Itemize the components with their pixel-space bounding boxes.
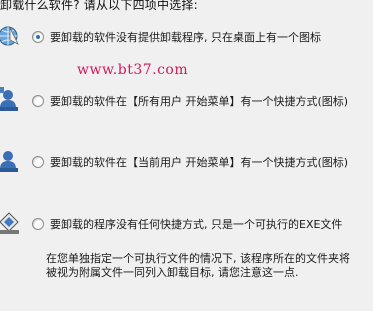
dialog-prompt: 卸载什么软件? 请从以下四项中选择: xyxy=(0,0,198,12)
radio-current-user-start-menu[interactable] xyxy=(32,156,44,168)
option-current-user-start-menu-label: 要卸载的软件在【当前用户 开始菜单】有一个快捷方式(图标) xyxy=(50,156,349,169)
globe-icon xyxy=(0,24,22,50)
option-all-users-start-menu-label: 要卸载的软件在【所有用户 开始菜单】有一个快捷方式(图标) xyxy=(50,95,349,108)
note-line-2: 被视为附属文件一同列入卸载目标, 请您注意这一点. xyxy=(46,266,299,279)
exe-icon xyxy=(0,208,22,234)
option-exe-file[interactable]: 要卸载的程序没有任何快捷方式, 只是一个可执行的EXE文件 xyxy=(32,216,342,232)
note-line-1: 在您单独指定一个可执行文件的情况下, 该程序所在的文件夹将 xyxy=(46,252,350,265)
users-icon xyxy=(0,86,22,112)
watermark-text: www.bt37.com xyxy=(77,62,189,78)
option-desktop-icon[interactable]: 要卸载的软件没有提供卸载程序, 只在桌面上有一个图标 xyxy=(32,29,321,45)
radio-all-users-start-menu[interactable] xyxy=(32,95,44,107)
user-icon xyxy=(0,148,22,174)
option-all-users-start-menu[interactable]: 要卸载的软件在【所有用户 开始菜单】有一个快捷方式(图标) xyxy=(32,93,348,109)
option-current-user-start-menu[interactable]: 要卸载的软件在【当前用户 开始菜单】有一个快捷方式(图标) xyxy=(32,154,348,170)
radio-exe-file[interactable] xyxy=(32,218,44,230)
radio-desktop-icon[interactable] xyxy=(32,31,44,43)
option-desktop-icon-label: 要卸载的软件没有提供卸载程序, 只在桌面上有一个图标 xyxy=(50,31,321,44)
note-text: 在您单独指定一个可执行文件的情况下, 该程序所在的文件夹将 被视为附属文件一同列… xyxy=(46,252,350,280)
option-exe-file-label: 要卸载的程序没有任何快捷方式, 只是一个可执行的EXE文件 xyxy=(50,218,343,231)
